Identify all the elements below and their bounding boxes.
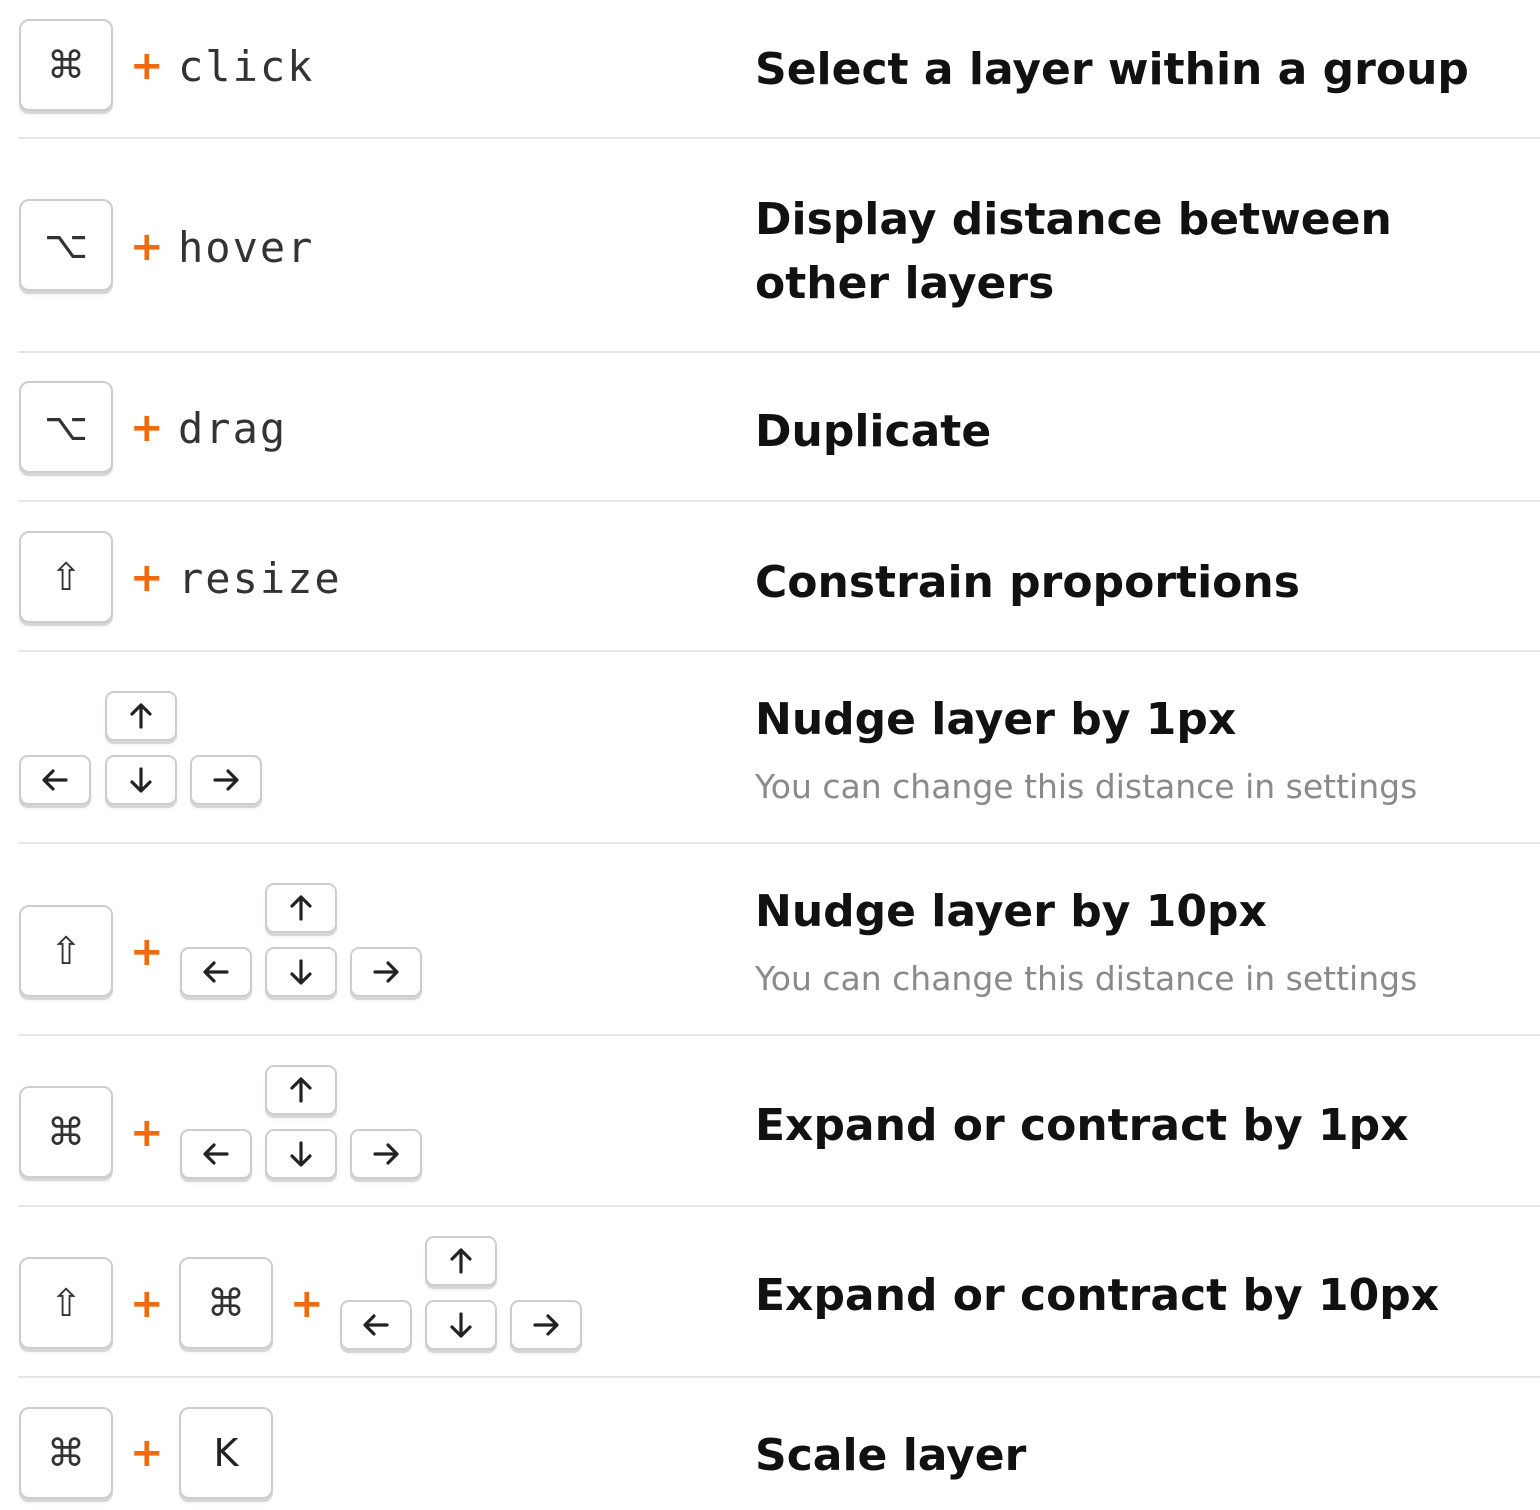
cmd-key: ⌘: [179, 1257, 273, 1349]
cmd-key: ⌘: [19, 19, 113, 111]
plus-sign: +: [130, 555, 164, 601]
option-icon: ⌥: [44, 223, 88, 267]
shortcut-description: Select a layer within a group: [755, 44, 1469, 95]
shift-key: ⇧: [19, 1257, 113, 1349]
arrow-right-icon: [370, 1138, 402, 1170]
shift-icon: ⇧: [50, 555, 82, 599]
shift-icon: ⇧: [50, 1281, 82, 1325]
action-label: resize: [178, 554, 342, 603]
arrow-up-key: [105, 691, 177, 741]
shift-key: ⇧: [19, 531, 113, 623]
arrow-right-key: [350, 947, 422, 997]
shortcut-description: Nudge layer by 10px: [755, 886, 1267, 937]
divider: [18, 137, 1540, 139]
cmd-icon: ⌘: [47, 1110, 85, 1154]
arrow-down-key: [265, 947, 337, 997]
arrow-up-icon: [125, 700, 157, 732]
plus-sign: +: [130, 405, 164, 451]
k-key: K: [179, 1407, 273, 1499]
plus-sign: +: [130, 929, 164, 975]
shortcut-note: You can change this distance in settings: [755, 767, 1418, 806]
plus-sign: +: [290, 1281, 324, 1327]
arrow-up-icon: [285, 892, 317, 924]
shortcut-description: Expand or contract by 1px: [755, 1100, 1409, 1151]
shortcut-description: Expand or contract by 10px: [755, 1270, 1440, 1321]
plus-sign: +: [130, 1110, 164, 1156]
cmd-icon: ⌘: [47, 1431, 85, 1475]
divider: [18, 842, 1540, 844]
arrow-up-key: [265, 1065, 337, 1115]
arrow-right-key: [350, 1129, 422, 1179]
arrow-down-icon: [445, 1309, 477, 1341]
arrow-right-key: [510, 1300, 582, 1350]
divider: [18, 1034, 1540, 1036]
shift-icon: ⇧: [50, 929, 82, 973]
plus-sign: +: [130, 43, 164, 89]
arrow-left-key: [180, 947, 252, 997]
arrow-left-icon: [360, 1309, 392, 1341]
divider: [18, 1205, 1540, 1207]
divider: [18, 1376, 1540, 1378]
divider: [18, 650, 1540, 652]
cmd-key: ⌘: [19, 1086, 113, 1178]
arrow-down-icon: [285, 956, 317, 988]
shortcut-description: Duplicate: [755, 406, 992, 457]
k-key-label: K: [213, 1431, 239, 1475]
arrow-right-icon: [370, 956, 402, 988]
cmd-icon: ⌘: [207, 1281, 245, 1325]
arrow-left-key: [180, 1129, 252, 1179]
action-label: hover: [178, 223, 315, 272]
option-icon: ⌥: [44, 405, 88, 449]
arrow-up-icon: [445, 1245, 477, 1277]
arrow-right-key: [190, 755, 262, 805]
shortcut-description: Constrain proportions: [755, 557, 1300, 608]
plus-sign: +: [130, 1430, 164, 1476]
action-label: drag: [178, 404, 288, 453]
arrow-down-icon: [285, 1138, 317, 1170]
cmd-icon: ⌘: [47, 43, 85, 87]
arrow-up-key: [425, 1236, 497, 1286]
plus-sign: +: [130, 1281, 164, 1327]
option-key: ⌥: [19, 199, 113, 291]
arrow-left-icon: [39, 764, 71, 796]
shortcut-description: Scale layer: [755, 1430, 1027, 1481]
arrow-down-key: [105, 755, 177, 805]
plus-sign: +: [130, 224, 164, 270]
divider: [18, 500, 1540, 502]
arrow-down-key: [425, 1300, 497, 1350]
option-key: ⌥: [19, 381, 113, 473]
shortcut-description: Nudge layer by 1px: [755, 694, 1237, 745]
arrow-left-key: [340, 1300, 412, 1350]
arrow-down-key: [265, 1129, 337, 1179]
shift-key: ⇧: [19, 905, 113, 997]
divider: [18, 351, 1540, 353]
arrow-left-icon: [200, 956, 232, 988]
shortcut-note: You can change this distance in settings: [755, 959, 1418, 998]
arrow-up-key: [265, 883, 337, 933]
arrow-left-icon: [200, 1138, 232, 1170]
arrow-up-icon: [285, 1074, 317, 1106]
arrow-right-icon: [530, 1309, 562, 1341]
arrow-down-icon: [125, 764, 157, 796]
arrow-left-key: [19, 755, 91, 805]
arrow-right-icon: [210, 764, 242, 796]
cmd-key: ⌘: [19, 1407, 113, 1499]
shortcut-description: Display distance between other layers: [755, 194, 1392, 309]
action-label: click: [178, 42, 315, 91]
